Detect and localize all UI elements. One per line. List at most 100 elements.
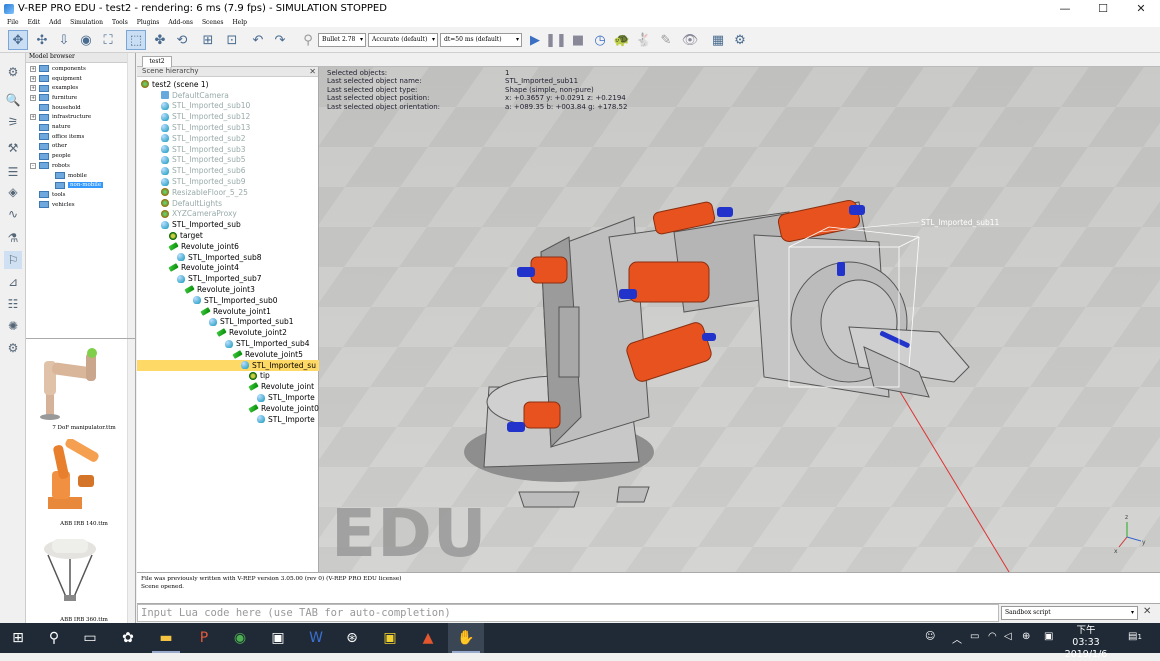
transfer-icon[interactable]: ⊡ bbox=[222, 30, 242, 50]
hierarchy-item[interactable]: target bbox=[169, 230, 203, 241]
menu-item-file[interactable]: File bbox=[7, 19, 19, 26]
hierarchy-item[interactable]: Revolute_joint5 bbox=[232, 349, 303, 360]
model-folder[interactable]: nature bbox=[30, 122, 70, 132]
thread-icon[interactable]: ✎ bbox=[656, 30, 676, 50]
volume-icon[interactable]: ◁ bbox=[1004, 631, 1012, 642]
people-icon[interactable]: ☺ bbox=[925, 631, 935, 642]
minimize-button[interactable]: — bbox=[1046, 0, 1084, 17]
hierarchy-item[interactable]: STL_Imported_sub13 bbox=[161, 122, 250, 133]
thumbnail-irb140[interactable]: ABB IRB 140.ttm bbox=[34, 438, 119, 527]
model-folder[interactable]: + infrastructure bbox=[30, 113, 91, 123]
translate-icon[interactable]: ✤ bbox=[150, 30, 170, 50]
camera-icon[interactable]: ◉ bbox=[76, 30, 96, 50]
model-folder[interactable]: + equipment bbox=[30, 74, 82, 84]
matlab-icon[interactable]: ▲ bbox=[410, 623, 446, 653]
powerpoint-icon[interactable]: P bbox=[186, 623, 222, 653]
menu-item-scenes[interactable]: Scenes bbox=[202, 19, 224, 26]
thumbnails-scrollbar[interactable] bbox=[127, 339, 135, 623]
move-view-icon[interactable]: ✥ bbox=[8, 30, 28, 50]
menu-item-simulation[interactable]: Simulation bbox=[70, 19, 103, 26]
tools-icon[interactable]: ⚙ bbox=[4, 339, 22, 357]
expand-icon[interactable]: + bbox=[30, 85, 36, 92]
sandbox-select[interactable]: Sandbox script ▾ bbox=[1001, 606, 1138, 620]
hierarchy-item[interactable]: XYZCameraProxy bbox=[161, 209, 237, 220]
faster-icon[interactable]: 🐇 bbox=[634, 30, 654, 50]
hierarchy-item[interactable]: STL_Imported_sub1 bbox=[209, 317, 293, 328]
thumbnail-7dof[interactable]: 7 DoF manipulator.ttm bbox=[34, 343, 119, 431]
stop-icon[interactable]: ■ bbox=[568, 30, 588, 50]
thumbnail-irb360[interactable]: ABB IRB 360.ttm bbox=[34, 535, 119, 623]
hierarchy-item[interactable]: STL_Importe bbox=[257, 392, 315, 403]
environment-icon[interactable]: ✺ bbox=[4, 317, 22, 335]
calc-icon[interactable]: ⚗ bbox=[4, 229, 22, 247]
chevron-up-icon[interactable]: ︿ bbox=[952, 631, 962, 646]
scene-viewport[interactable]: z y x Selected objects: 1 Last selected ob… bbox=[319, 67, 1160, 572]
zoom-icon[interactable]: 🔍 bbox=[4, 91, 22, 109]
model-folder[interactable]: mobile bbox=[46, 171, 87, 181]
model-folder[interactable]: + examples bbox=[30, 83, 78, 93]
model-folder[interactable]: tools bbox=[30, 190, 65, 200]
user-icon[interactable]: ⚐ bbox=[4, 251, 22, 269]
hierarchy-item[interactable]: Revolute_joint4 bbox=[168, 263, 239, 274]
terminal-icon[interactable]: ▣ bbox=[260, 623, 296, 653]
close-button[interactable]: ✕ bbox=[1122, 0, 1160, 17]
hierarchy-item[interactable]: STL_Imported_sub9 bbox=[161, 176, 245, 187]
expand-icon[interactable]: + bbox=[30, 94, 36, 101]
windows-start-icon[interactable]: ⊞ bbox=[0, 623, 36, 653]
hierarchy-item[interactable]: Revolute_joint6 bbox=[168, 241, 239, 252]
accuracy-select[interactable]: Accurate (default) ▾ bbox=[368, 33, 438, 47]
hierarchy-icon[interactable]: ⚞ bbox=[4, 113, 22, 131]
hierarchy-item[interactable]: Revolute_joint0 bbox=[248, 403, 319, 414]
collections-icon[interactable]: ☷ bbox=[4, 295, 22, 313]
hierarchy-item[interactable]: STL_Imported_sub5 bbox=[161, 155, 245, 166]
layers-icon[interactable]: ⊿ bbox=[4, 273, 22, 291]
close-icon[interactable]: ✕ bbox=[1143, 606, 1155, 618]
hierarchy-item[interactable]: Revolute_joint3 bbox=[184, 284, 255, 295]
wifi-icon[interactable]: ◠ bbox=[988, 631, 997, 642]
frame-icon[interactable]: ⛶ bbox=[98, 30, 118, 50]
menu-item-help[interactable]: Help bbox=[232, 19, 247, 26]
rotate-icon[interactable]: ⟲ bbox=[172, 30, 192, 50]
hierarchy-item[interactable]: STL_Imported_sub2 bbox=[161, 133, 245, 144]
hierarchy-item[interactable]: DefaultLights bbox=[161, 198, 222, 209]
expand-icon[interactable]: - bbox=[30, 162, 36, 169]
hierarchy-item[interactable]: Revolute_joint1 bbox=[200, 306, 271, 317]
hierarchy-item[interactable]: ResizableFloor_5_25 bbox=[161, 187, 248, 198]
hierarchy-item[interactable]: STL_Imported_sub3 bbox=[161, 144, 245, 155]
redo-icon[interactable]: ↷ bbox=[270, 30, 290, 50]
expand-icon[interactable]: + bbox=[30, 75, 36, 82]
hierarchy-item[interactable]: STL_Imported_sub12 bbox=[161, 111, 250, 122]
clock[interactable]: 下午 03:33 2019/1/6 bbox=[1063, 625, 1109, 661]
timestep-select[interactable]: dt=50 ms (default) ▾ bbox=[440, 33, 522, 47]
hierarchy-item[interactable]: STL_Imported_sub7 bbox=[177, 273, 261, 284]
menu-item-add[interactable]: Add bbox=[49, 19, 61, 26]
model-folder[interactable]: vehicles bbox=[30, 200, 75, 210]
app-paint-icon[interactable]: ✿ bbox=[110, 623, 146, 653]
model-folder[interactable]: non-mobile bbox=[46, 180, 104, 190]
menu-item-plugins[interactable]: Plugins bbox=[137, 19, 160, 26]
expand-icon[interactable]: + bbox=[30, 114, 36, 121]
model-folder[interactable]: + components bbox=[30, 64, 86, 74]
visualization-icon[interactable]: 👁 bbox=[680, 30, 700, 50]
fit-view-icon[interactable]: ✣ bbox=[32, 30, 52, 50]
ime-icon[interactable]: ⊕ bbox=[1022, 631, 1030, 642]
hierarchy-item[interactable]: STL_Imported_sub4 bbox=[225, 338, 309, 349]
scene-icon[interactable]: ⚙ bbox=[730, 30, 750, 50]
chrome-icon[interactable]: ◉ bbox=[222, 623, 258, 653]
model-folder[interactable]: + furniture bbox=[30, 93, 77, 103]
hierarchy-item[interactable]: DefaultCamera bbox=[161, 90, 229, 101]
notification-icon[interactable]: ▤1 bbox=[1128, 631, 1142, 642]
expand-icon[interactable]: + bbox=[30, 65, 36, 72]
assemble-icon[interactable]: ⊞ bbox=[198, 30, 218, 50]
script-icon[interactable]: ☰ bbox=[4, 163, 22, 181]
hierarchy-item[interactable]: test2 (scene 1) bbox=[141, 79, 209, 90]
model-folder[interactable]: - robots bbox=[30, 161, 70, 171]
realtime-icon[interactable]: ◷ bbox=[590, 30, 610, 50]
vrep-icon[interactable]: ✋ bbox=[448, 623, 484, 653]
lua-input[interactable]: Input Lua code here (use TAB for auto-co… bbox=[137, 604, 999, 622]
hierarchy-item[interactable]: tip bbox=[249, 371, 270, 382]
keyboard-icon[interactable]: ▭ bbox=[970, 631, 979, 642]
word-icon[interactable]: W bbox=[298, 623, 334, 653]
action-icon[interactable]: ▣ bbox=[1044, 631, 1053, 642]
slower-icon[interactable]: 🐢 bbox=[612, 30, 632, 50]
